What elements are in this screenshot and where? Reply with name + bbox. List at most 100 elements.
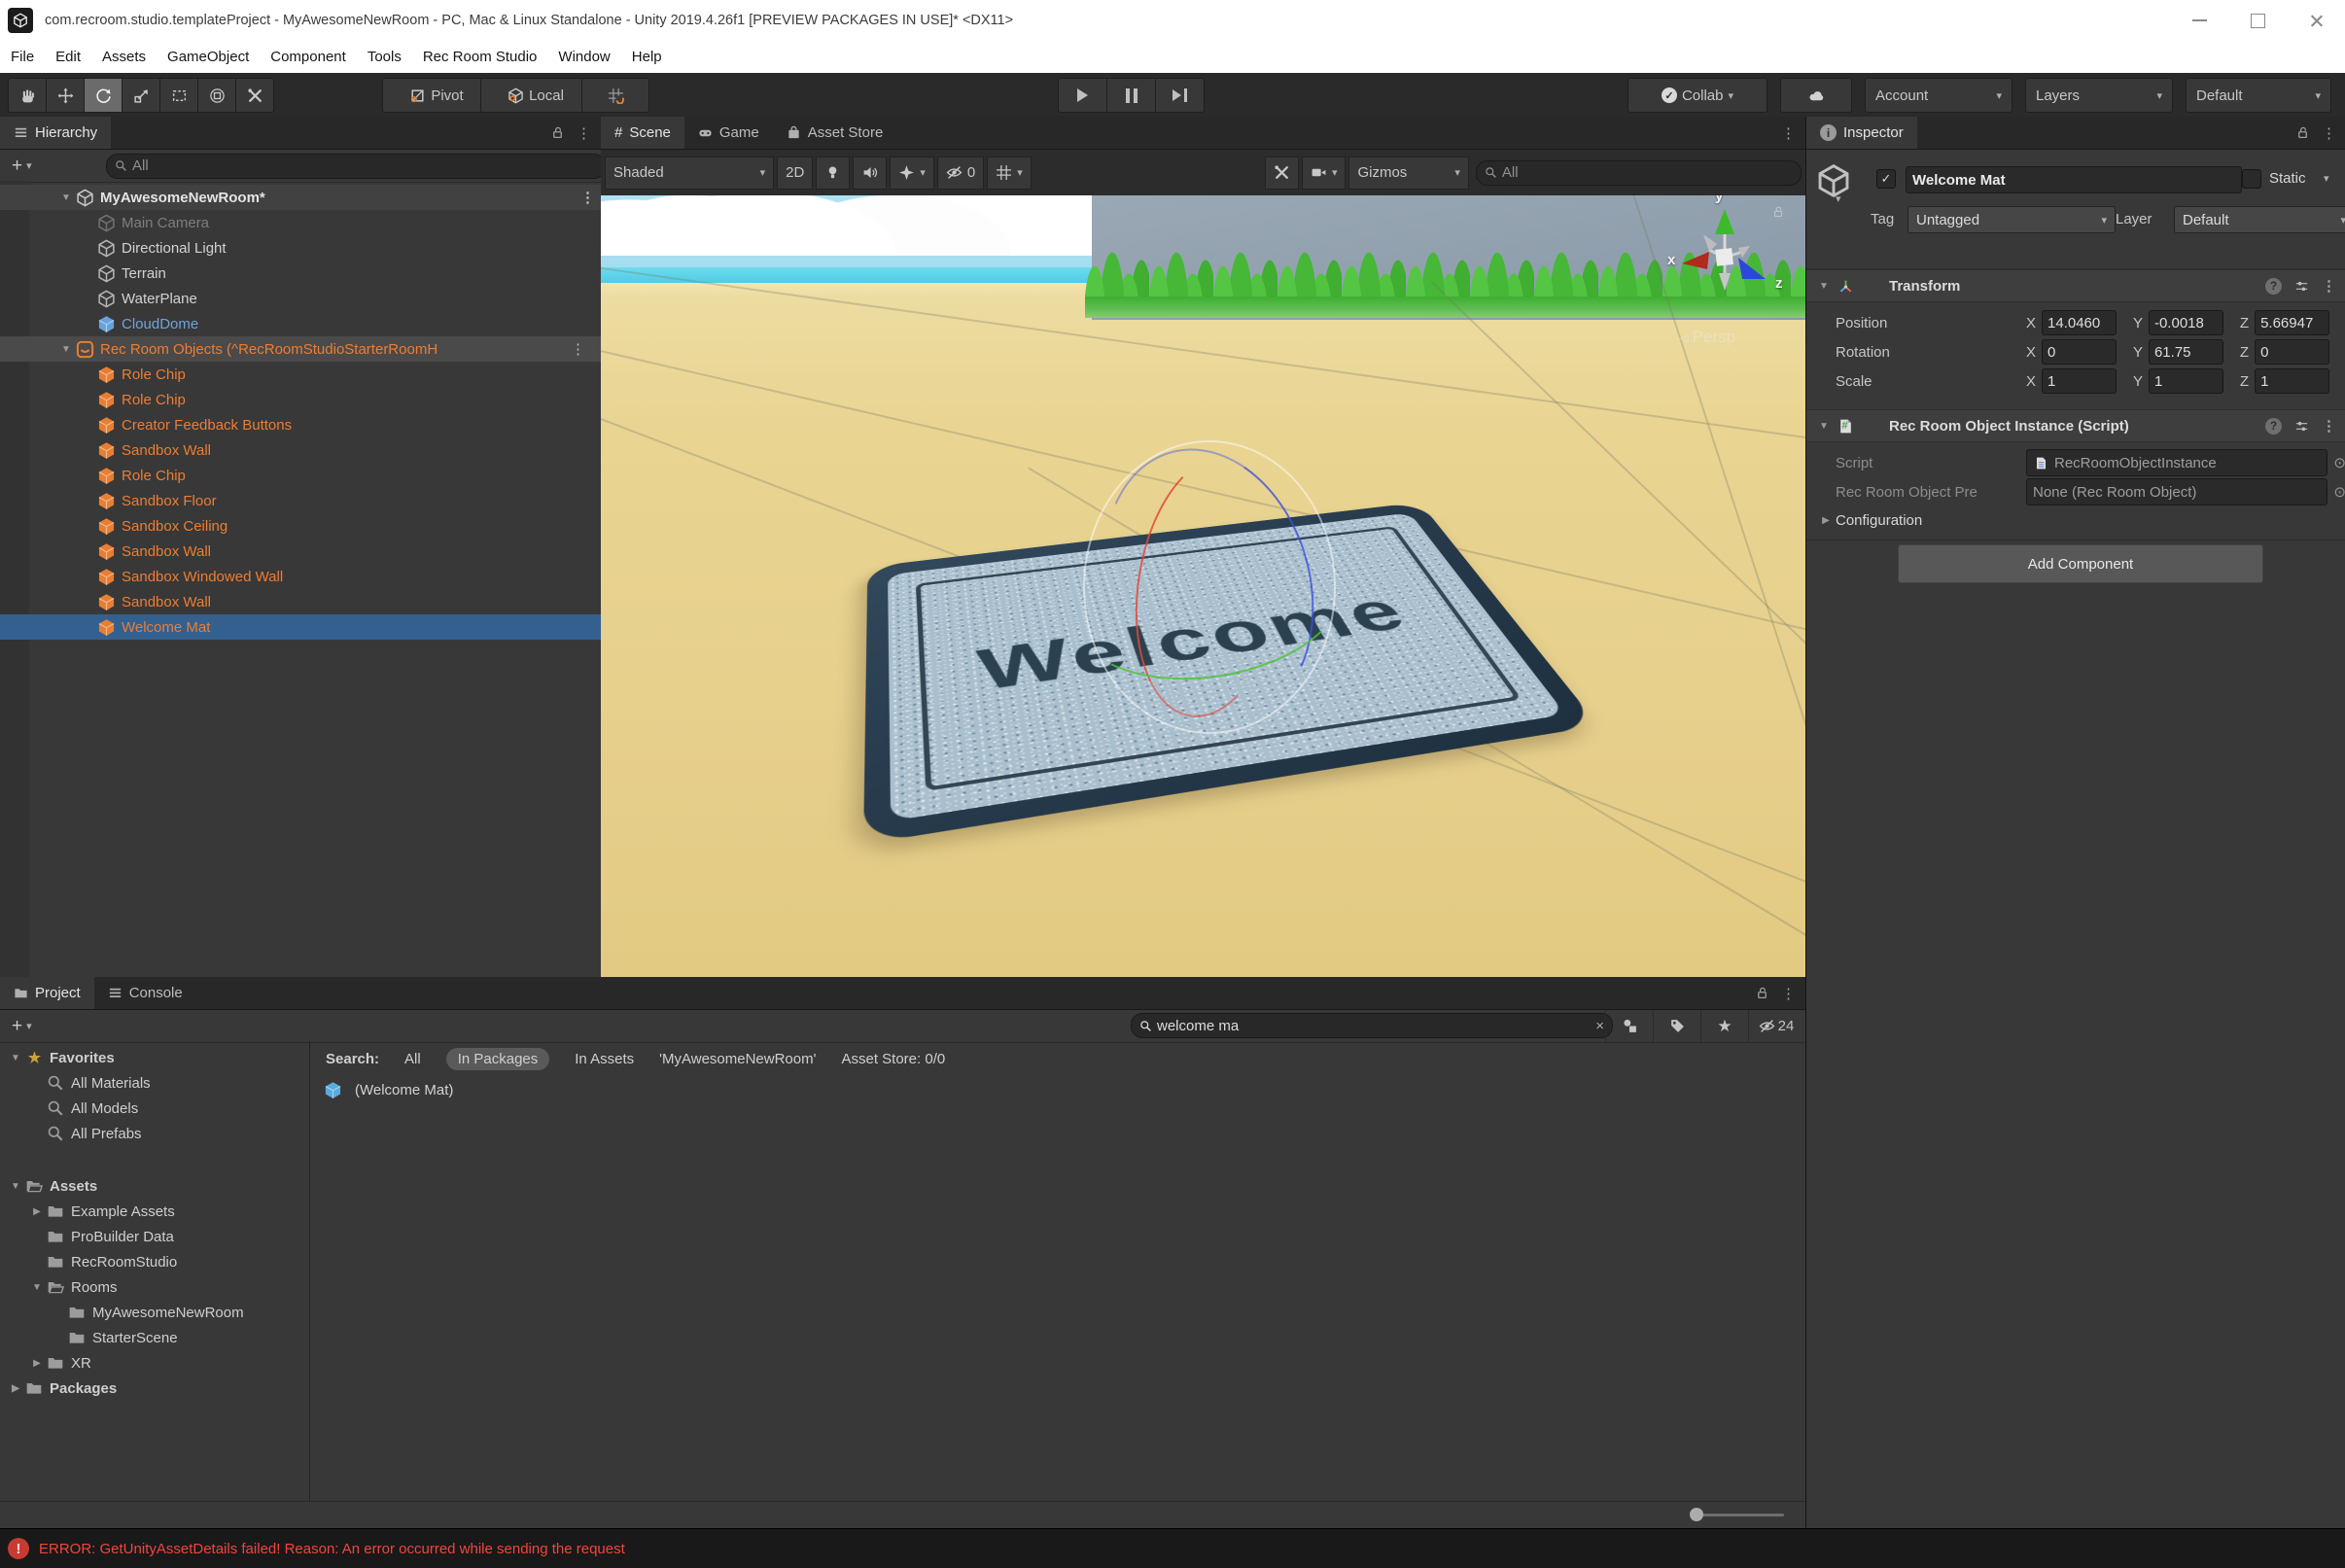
tab-game[interactable]: Game xyxy=(684,117,773,149)
add-component-button[interactable]: Add Component xyxy=(1898,544,2263,583)
hand-tool-button[interactable] xyxy=(8,78,46,113)
hierarchy-item[interactable]: Sandbox Ceiling xyxy=(0,513,601,539)
transform-rotation-x-field[interactable]: 0 xyxy=(2042,339,2117,365)
project-tree-item[interactable]: ▶XR xyxy=(0,1350,309,1376)
menu-help[interactable]: Help xyxy=(621,49,673,65)
chevron-down-icon[interactable]: ▾ xyxy=(1836,192,1841,205)
tab-asset-store[interactable]: Asset Store xyxy=(773,117,897,149)
kebab-menu-icon[interactable]: ⋮ xyxy=(577,124,591,142)
script-object-field[interactable]: RecRoomObjectInstance xyxy=(2026,449,2328,476)
custom-tool-button[interactable] xyxy=(235,78,274,113)
transform-scale-y-field[interactable]: 1 xyxy=(2149,368,2223,394)
configuration-foldout[interactable]: Configuration xyxy=(1836,512,1922,529)
component-tools-button[interactable] xyxy=(1265,157,1299,190)
project-tree-item[interactable]: RecRoomStudio xyxy=(0,1249,309,1274)
create-asset-button[interactable]: + ▾ xyxy=(6,1014,38,1039)
hierarchy-item[interactable]: Directional Light xyxy=(0,235,601,261)
kebab-menu-icon[interactable]: ⋮ xyxy=(2322,277,2336,295)
foldout-open-icon[interactable]: ▼ xyxy=(27,1282,47,1293)
transform-scale-z-field[interactable]: 1 xyxy=(2255,368,2329,394)
transform-component-header[interactable]: ▼ Transform ? ⋮ xyxy=(1806,269,2345,302)
project-tree-item[interactable]: ▼Assets xyxy=(0,1173,309,1199)
project-tree-item[interactable]: ▼Rooms xyxy=(0,1274,309,1300)
gameobject-name-field[interactable]: Welcome Mat xyxy=(1906,166,2242,193)
project-tree-item[interactable]: MyAwesomeNewRoom xyxy=(0,1300,309,1325)
hierarchy-item[interactable]: Creator Feedback Buttons xyxy=(0,412,601,437)
scale-tool-button[interactable] xyxy=(122,78,159,113)
search-by-label-button[interactable] xyxy=(1653,1010,1700,1042)
transform-position-x-field[interactable]: 14.0460 xyxy=(2042,310,2117,335)
hierarchy-item[interactable]: ▼Rec Room Objects (^RecRoomStudioStarter… xyxy=(0,336,601,362)
create-object-button[interactable]: + ▾ xyxy=(6,154,38,179)
tab-scene[interactable]: #Scene xyxy=(601,117,684,149)
scene-camera-dropdown[interactable]: ▾ xyxy=(1302,157,1347,190)
hierarchy-item[interactable]: Sandbox Floor xyxy=(0,488,601,513)
foldout-closed-icon[interactable]: ▶ xyxy=(27,1358,47,1369)
menu-tools[interactable]: Tools xyxy=(357,49,412,65)
kebab-menu-icon[interactable]: ⋮ xyxy=(569,340,587,358)
grid-visibility-dropdown[interactable]: ▾ xyxy=(987,157,1032,190)
project-tree-item[interactable]: All Materials xyxy=(0,1070,309,1096)
foldout-closed-icon[interactable]: ▶ xyxy=(27,1206,47,1217)
close-button[interactable] xyxy=(2287,0,2345,41)
tab-hierarchy[interactable]: Hierarchy xyxy=(0,117,111,149)
search-scope-asset-store-0-0[interactable]: Asset Store: 0/0 xyxy=(841,1051,945,1067)
kebab-menu-icon[interactable]: ⋮ xyxy=(1781,124,1796,142)
cloud-services-button[interactable] xyxy=(1780,78,1852,113)
help-icon[interactable]: ? xyxy=(2265,418,2282,435)
tab-project[interactable]: Project xyxy=(0,977,94,1009)
foldout-open-icon[interactable]: ▼ xyxy=(6,1181,25,1192)
hierarchy-item[interactable]: CloudDome xyxy=(0,311,601,336)
presets-icon[interactable] xyxy=(2294,419,2309,434)
account-dropdown[interactable]: Account ▾ xyxy=(1865,78,2012,113)
kebab-menu-icon[interactable]: ⋮ xyxy=(1781,985,1796,1002)
chevron-down-icon[interactable]: ▾ xyxy=(2324,172,2329,185)
lock-icon[interactable] xyxy=(1755,986,1769,1000)
transform-rotation-y-field[interactable]: 61.75 xyxy=(2149,339,2223,365)
search-result-item[interactable]: (Welcome Mat) xyxy=(310,1076,1805,1103)
project-tree-item[interactable]: StarterScene xyxy=(0,1325,309,1350)
menu-gameobject[interactable]: GameObject xyxy=(157,49,260,65)
active-checkbox[interactable]: ✓ xyxy=(1876,169,1896,189)
scene-lighting-button[interactable] xyxy=(816,157,850,190)
menu-rec-room-studio[interactable]: Rec Room Studio xyxy=(412,49,548,65)
local-toggle-button[interactable]: Local xyxy=(480,78,591,113)
gizmos-dropdown[interactable]: Gizmos ▾ xyxy=(1348,157,1468,190)
search-scope-all[interactable]: All xyxy=(404,1051,421,1067)
minimize-button[interactable] xyxy=(2170,0,2228,41)
foldout-closed-icon[interactable]: ▶ xyxy=(1816,515,1836,526)
foldout-closed-icon[interactable]: ▶ xyxy=(6,1383,25,1394)
menu-window[interactable]: Window xyxy=(547,49,620,65)
transform-scale-x-field[interactable]: 1 xyxy=(2042,368,2117,394)
transform-position-z-field[interactable]: 5.66947 xyxy=(2255,310,2329,335)
search-scope--myawesomenewroom-[interactable]: 'MyAwesomeNewRoom' xyxy=(659,1051,816,1067)
move-tool-button[interactable] xyxy=(46,78,84,113)
scene-audio-button[interactable] xyxy=(853,157,887,190)
clear-search-icon[interactable]: × xyxy=(1595,1018,1604,1034)
pivot-toggle-button[interactable]: Pivot xyxy=(382,78,491,113)
kebab-menu-icon[interactable]: ⋮ xyxy=(2322,417,2336,435)
search-by-type-button[interactable] xyxy=(1605,1010,1653,1042)
hierarchy-item[interactable]: Role Chip xyxy=(0,362,601,387)
search-scope-in-assets[interactable]: In Assets xyxy=(575,1051,634,1067)
rotate-tool-button[interactable] xyxy=(84,78,122,113)
gameobject-cube-icon[interactable] xyxy=(1816,163,1851,198)
hierarchy-item[interactable]: WaterPlane xyxy=(0,286,601,311)
menu-component[interactable]: Component xyxy=(260,49,357,65)
thumbnail-size-slider[interactable] xyxy=(1697,1514,1784,1516)
lock-icon[interactable] xyxy=(2295,125,2310,140)
draw-mode-dropdown[interactable]: Shaded ▾ xyxy=(605,157,774,190)
foldout-open-icon[interactable]: ▼ xyxy=(1814,281,1834,292)
pause-button[interactable] xyxy=(1106,78,1155,113)
scene-3d-view[interactable]: Welcome y x z ◅ Persp xyxy=(601,195,1805,977)
recroom-object-field[interactable]: None (Rec Room Object) xyxy=(2026,478,2328,505)
kebab-menu-icon[interactable]: ⋮ xyxy=(580,189,595,206)
step-button[interactable] xyxy=(1155,78,1205,113)
script-component-header[interactable]: ▼ # Rec Room Object Instance (Script) ? … xyxy=(1806,409,2345,442)
hierarchy-item[interactable]: Sandbox Wall xyxy=(0,539,601,564)
scene-effects-dropdown[interactable]: ▾ xyxy=(890,157,934,190)
layer-dropdown[interactable]: Default▾ xyxy=(2174,206,2345,233)
tab-inspector[interactable]: i Inspector xyxy=(1806,117,1917,149)
play-button[interactable] xyxy=(1058,78,1106,113)
layers-dropdown[interactable]: Layers ▾ xyxy=(2025,78,2173,113)
